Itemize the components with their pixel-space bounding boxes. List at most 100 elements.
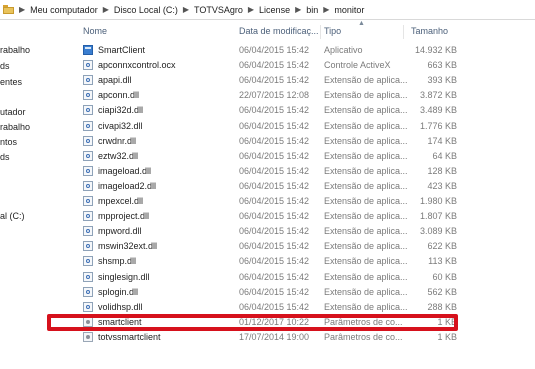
file-size: 663 KB xyxy=(427,60,457,71)
file-row[interactable]: volidhsp.dll 06/04/2015 15:42 Extensão de … xyxy=(48,300,463,315)
file-row[interactable]: mpexcel.dll 06/04/2015 15:42 Extensão de a… xyxy=(48,194,463,209)
file-type: Controle ActiveX xyxy=(324,60,391,71)
file-size: 113 KB xyxy=(428,256,457,267)
file-date: 17/07/2014 19:00 xyxy=(239,331,310,342)
file-row[interactable]: mswin32ext.dll 06/04/2015 15:42 Extensão d… xyxy=(48,239,463,254)
chevron-right-icon[interactable]: ▶ xyxy=(183,5,189,14)
chevron-right-icon[interactable]: ▶ xyxy=(19,5,25,14)
file-date: 06/04/2015 15:42 xyxy=(239,75,310,86)
file-date: 06/04/2015 15:42 xyxy=(239,105,310,116)
dll-icon xyxy=(83,256,93,267)
chevron-right-icon[interactable]: ▶ xyxy=(323,5,329,14)
dll-icon xyxy=(83,105,93,116)
dll-icon xyxy=(83,271,93,282)
breadcrumb-segment[interactable]: License xyxy=(259,5,290,15)
address-bar[interactable]: ▶ Meu computador ▶ Disco Local (C:) ▶ TO… xyxy=(0,0,535,20)
file-size: 393 KB xyxy=(427,75,457,86)
file-date: 06/04/2015 15:42 xyxy=(239,301,310,312)
file-row[interactable]: apconn.dll 22/07/2015 12:08 Extensão de ap… xyxy=(48,88,463,103)
file-date: 06/04/2015 15:42 xyxy=(239,256,310,267)
nav-item[interactable]: utador xyxy=(0,107,26,117)
file-type: Extensão de aplica... xyxy=(324,90,408,101)
file-size: 1.980 KB xyxy=(419,196,457,206)
file-name: civapi32.dll xyxy=(98,120,143,131)
breadcrumb-segment[interactable]: monitor xyxy=(334,5,364,15)
file-type: Extensão de aplica... xyxy=(324,196,408,206)
breadcrumb-segment[interactable]: Disco Local (C:) xyxy=(114,5,178,15)
nav-item[interactable]: ntos xyxy=(0,137,17,147)
file-type: Extensão de aplica... xyxy=(324,75,408,86)
file-type: Extensão de aplica... xyxy=(324,135,408,146)
sort-up-icon: ▲ xyxy=(358,20,365,27)
file-type: Extensão de aplica... xyxy=(324,120,408,131)
dll-icon xyxy=(83,241,93,252)
file-row[interactable]: imageload2.dll 06/04/2015 15:42 Extensão d… xyxy=(48,179,463,194)
breadcrumb-segment[interactable]: Meu computador xyxy=(30,5,98,15)
nav-item[interactable]: al (C:) xyxy=(0,211,25,221)
file-type: Extensão de aplica... xyxy=(324,301,408,312)
file-name: imageload2.dll xyxy=(98,180,157,191)
file-type: Extensão de aplica... xyxy=(324,211,408,222)
nav-item[interactable]: ds xyxy=(0,61,10,71)
file-row[interactable]: mpword.dll 06/04/2015 15:42 Extensão de ap… xyxy=(48,224,463,239)
file-name: mpword.dll xyxy=(98,226,142,237)
file-row[interactable]: apconnxcontrol.ocx 06/04/2015 15:42 Contro… xyxy=(48,58,463,73)
column-divider[interactable] xyxy=(320,25,321,39)
breadcrumb-segment[interactable]: bin xyxy=(306,5,318,15)
file-size: 3.872 KB xyxy=(419,90,457,101)
dll-icon xyxy=(83,226,93,237)
file-name: totvssmartclient xyxy=(98,331,161,342)
file-type: Parâmetros de co... xyxy=(324,331,403,342)
chevron-right-icon[interactable]: ▶ xyxy=(295,5,301,14)
file-size: 3.089 KB xyxy=(419,226,457,237)
file-row[interactable]: crwdnr.dll 06/04/2015 15:42 Extensão de ap… xyxy=(48,134,463,149)
dll-icon xyxy=(83,301,93,312)
file-row[interactable]: totvssmartclient 17/07/2014 19:00 Parâmetr… xyxy=(48,330,463,345)
column-divider[interactable] xyxy=(403,25,404,39)
file-name: crwdnr.dll xyxy=(98,135,137,146)
breadcrumb-segment[interactable]: TOTVSAgro xyxy=(194,5,243,15)
app-icon xyxy=(83,45,93,55)
file-row[interactable]: shsmp.dll 06/04/2015 15:42 Extensão de apl… xyxy=(48,254,463,269)
file-type: Extensão de aplica... xyxy=(324,256,408,267)
folder-icon xyxy=(3,5,14,14)
nav-item[interactable]: entes xyxy=(0,77,22,87)
file-row[interactable]: apapi.dll 06/04/2015 15:42 Extensão de apl… xyxy=(48,73,463,88)
file-row[interactable]: singlesign.dll 06/04/2015 15:42 Extensão d… xyxy=(48,270,463,285)
column-header-type[interactable]: Tipo xyxy=(324,26,341,40)
column-header-name[interactable]: Nome xyxy=(83,26,107,40)
nav-item[interactable]: ds xyxy=(0,152,10,162)
file-row[interactable]: eztw32.dll 06/04/2015 15:42 Extensão de ap… xyxy=(48,149,463,164)
file-type: Extensão de aplica... xyxy=(324,180,408,191)
file-size: 128 KB xyxy=(427,165,457,176)
file-row[interactable]: civapi32.dll 06/04/2015 15:42 Extensão de … xyxy=(48,119,463,134)
file-row[interactable]: mpproject.dll 06/04/2015 15:42 Extensão de… xyxy=(48,209,463,224)
nav-item[interactable]: rabalho xyxy=(0,45,30,55)
dll-icon xyxy=(83,75,93,86)
file-row[interactable]: imageload.dll 06/04/2015 15:42 Extensão de… xyxy=(48,164,463,179)
file-row[interactable]: SmartClient 06/04/2015 15:42 Aplicativo 14.… xyxy=(48,43,463,58)
chevron-right-icon[interactable]: ▶ xyxy=(248,5,254,14)
file-size: 562 KB xyxy=(427,286,457,297)
file-name: singlesign.dll xyxy=(98,271,150,282)
file-date: 06/04/2015 15:42 xyxy=(239,180,310,191)
file-size: 3.489 KB xyxy=(419,105,457,116)
file-name: eztw32.dll xyxy=(98,150,139,161)
dll-icon xyxy=(83,196,93,206)
file-type: Extensão de aplica... xyxy=(324,241,408,252)
file-name: mpproject.dll xyxy=(98,211,150,222)
chevron-right-icon[interactable]: ▶ xyxy=(103,5,109,14)
dll-icon xyxy=(83,135,93,146)
dll-icon xyxy=(83,90,93,101)
file-date: 06/04/2015 15:42 xyxy=(239,196,310,206)
file-name: apapi.dll xyxy=(98,75,132,86)
file-date: 06/04/2015 15:42 xyxy=(239,45,310,55)
column-header-size[interactable]: Tamanho xyxy=(411,26,448,40)
file-type: Aplicativo xyxy=(324,45,363,55)
file-name: SmartClient xyxy=(98,45,146,55)
nav-item[interactable]: rabalho xyxy=(0,122,30,132)
column-header-date[interactable]: Data de modificaç... xyxy=(239,26,319,40)
file-row[interactable]: splogin.dll 06/04/2015 15:42 Extensão de a… xyxy=(48,285,463,300)
file-size: 288 KB xyxy=(427,301,457,312)
file-row[interactable]: ciapi32d.dll 06/04/2015 15:42 Extensão de … xyxy=(48,103,463,118)
